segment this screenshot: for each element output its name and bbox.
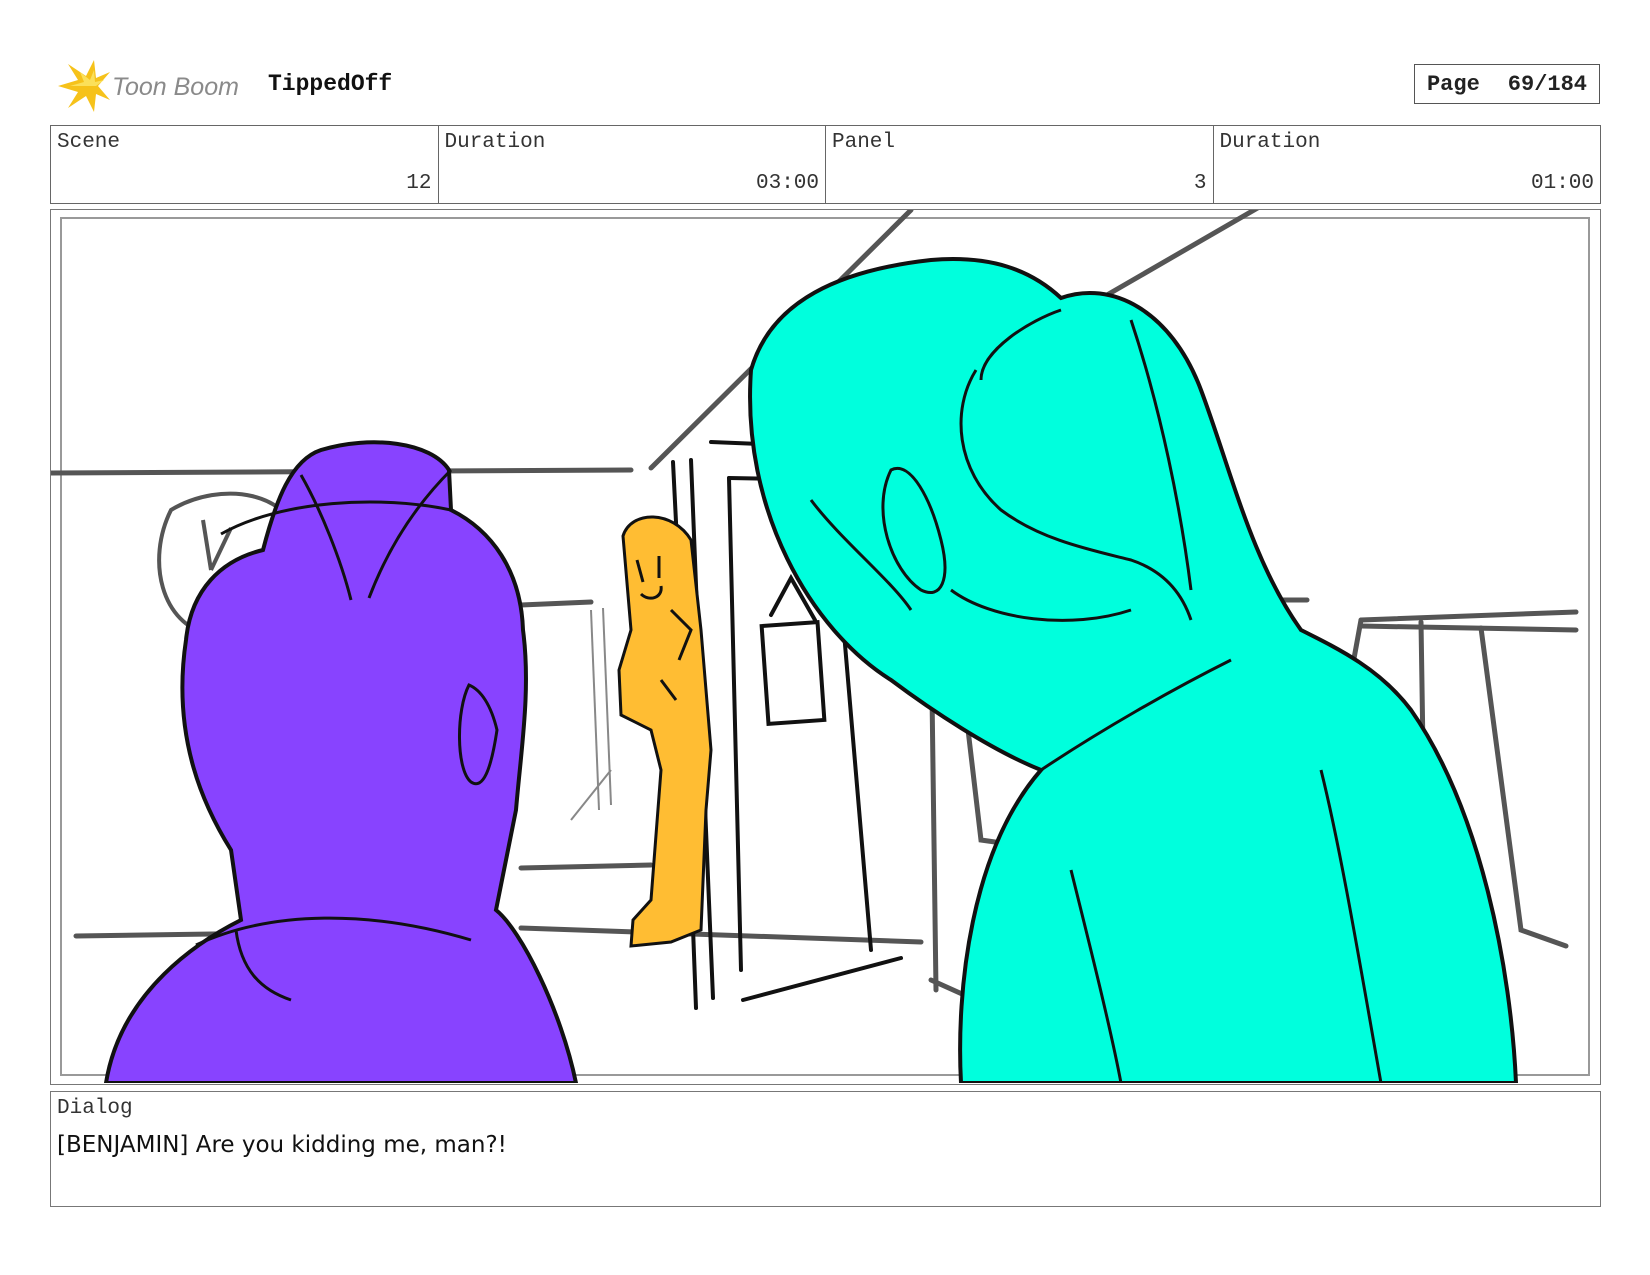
- hallway-chair: [570, 607, 612, 821]
- panel-value: 3: [1193, 172, 1207, 195]
- page-number: 69/184: [1507, 71, 1588, 97]
- brand-name: Toon Boom: [112, 73, 239, 101]
- scene-label: Scene: [57, 131, 121, 154]
- dialog-box: Dialog [BENJAMIN] Are you kidding me, ma…: [50, 1091, 1601, 1207]
- dialog-label: Dialog: [57, 1097, 133, 1120]
- panel-duration-cell: Duration 01:00: [1214, 126, 1601, 203]
- scene-duration-label: Duration: [444, 131, 546, 154]
- purple-character: [103, 440, 579, 1083]
- panel-duration-value: 01:00: [1530, 172, 1594, 195]
- panel-cell: Panel 3: [826, 126, 1214, 203]
- cyan-character: [748, 257, 1519, 1083]
- page-label: Page: [1426, 71, 1480, 97]
- dialog-text: [BENJAMIN] Are you kidding me, man?!: [57, 1132, 507, 1158]
- page-header: Toon Boom TippedOff Page 69/184: [50, 58, 1600, 114]
- page-indicator: Page 69/184: [1414, 64, 1600, 104]
- storyboard-panel: [50, 209, 1601, 1085]
- scene-info-row: Scene 12 Duration 03:00 Panel 3 Duration…: [50, 125, 1601, 204]
- scene-duration-cell: Duration 03:00: [439, 126, 826, 203]
- panel-label: Panel: [832, 131, 896, 154]
- scene-cell: Scene 12: [51, 126, 439, 203]
- scene-duration-value: 03:00: [755, 172, 819, 195]
- panel-duration-label: Duration: [1219, 131, 1321, 154]
- starburst-icon: [58, 60, 110, 112]
- toon-boom-logo: Toon Boom: [58, 60, 239, 112]
- project-title: TippedOff: [268, 71, 393, 97]
- scene-value: 12: [406, 172, 432, 195]
- panel-sketch: [51, 210, 1590, 1083]
